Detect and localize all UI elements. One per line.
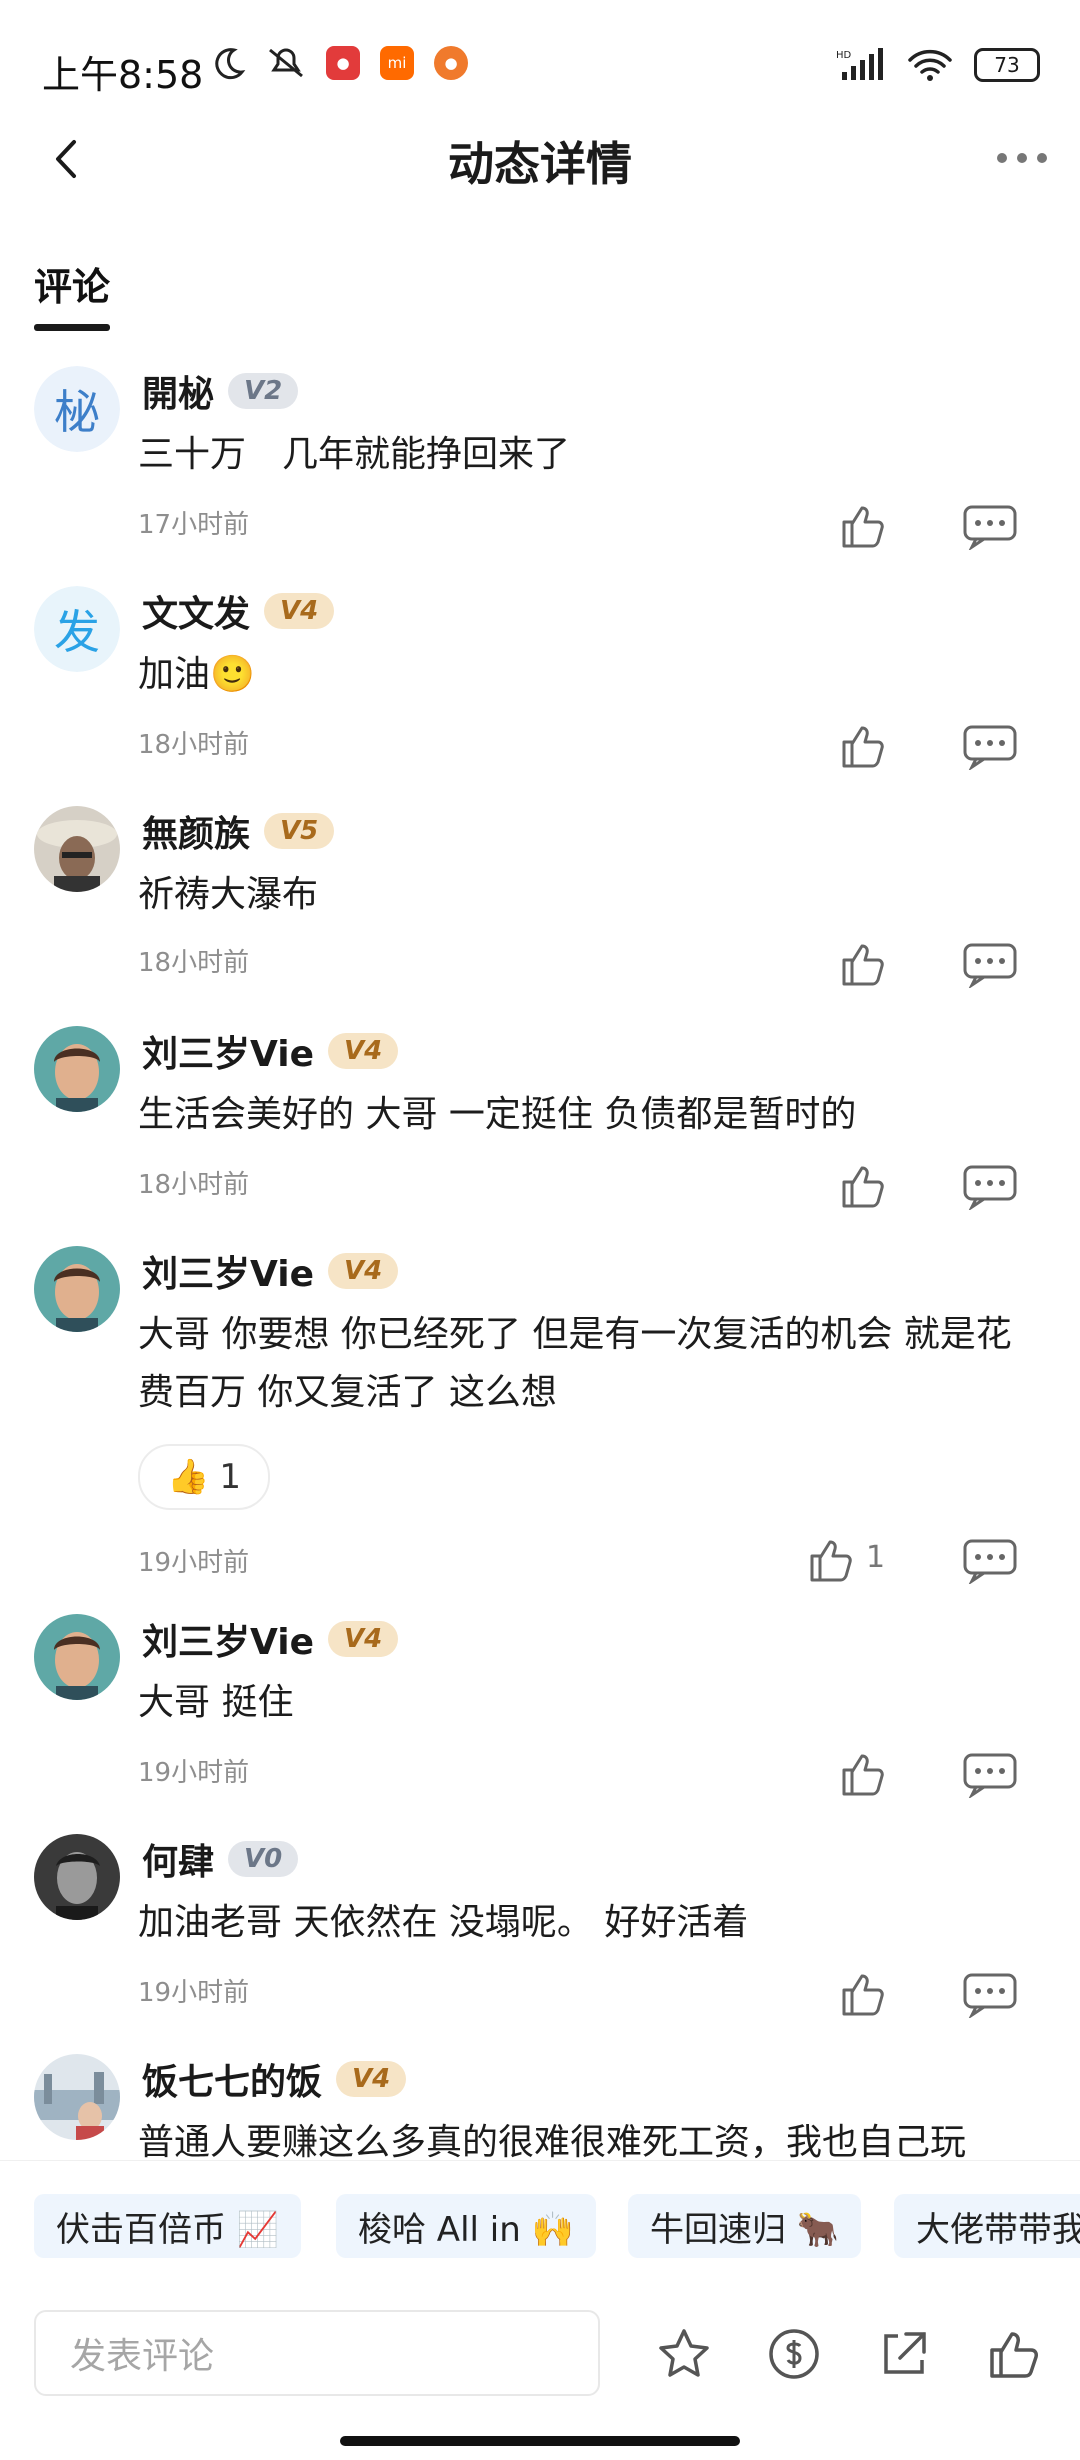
comment-text: 普通人要赚这么多真的很难很难死工资，我也自己玩 <box>138 2122 967 2160</box>
like-icon[interactable] <box>838 1162 888 1210</box>
commenter-name[interactable]: 開柲 <box>142 365 214 417</box>
reply-icon[interactable] <box>962 1972 1018 2018</box>
comment-text: 大哥 你要想 你已经死了 但是有一次复活的机会 就是花费百万 你又复活了 这么想 <box>138 1314 1012 1413</box>
comment-time: 18小时前 <box>138 730 250 760</box>
comment-item: 刘三岁Vie V4 生活会美好的 大哥 一定挺住 负债都是暂时的 18小时前 <box>0 1026 1080 1226</box>
comment-time: 19小时前 <box>138 1548 250 1578</box>
level-badge: V2 <box>228 373 299 409</box>
like-count: 1 <box>866 1540 886 1575</box>
like-icon[interactable] <box>806 1536 856 1584</box>
quick-chip[interactable]: 大佬带带我 <box>894 2194 1080 2258</box>
like-icon[interactable] <box>838 1970 888 2018</box>
signal-icon: HD <box>836 48 883 80</box>
home-indicator[interactable] <box>340 2436 740 2446</box>
thumbs-up-emoji: 👍 <box>167 1457 210 1497</box>
comment-time: 18小时前 <box>138 948 250 978</box>
tab-underline <box>34 324 110 331</box>
avatar[interactable] <box>34 1834 120 1920</box>
comment-text: 加油🙂 <box>138 654 255 695</box>
share-icon[interactable] <box>876 2326 932 2382</box>
commenter-name[interactable]: 刘三岁Vie <box>142 1245 314 1297</box>
comment-text: 加油老哥 天依然在 没塌呢。 好好活着 <box>138 1902 749 1943</box>
status-bar: 上午8:58 ● mi ● HD 73 <box>0 0 1080 135</box>
reply-icon[interactable] <box>962 724 1018 770</box>
like-icon[interactable] <box>838 502 888 550</box>
mute-icon <box>269 48 303 78</box>
comment-item: 发 文文发 V4 加油🙂 18小时前 <box>0 586 1080 786</box>
avatar[interactable] <box>34 806 120 892</box>
comment-input[interactable]: 发表评论 <box>34 2310 600 2396</box>
commenter-name[interactable]: 文文发 <box>142 585 250 637</box>
commenter-name[interactable]: 無颜族 <box>142 805 250 857</box>
comment-text: 祈祷大瀑布 <box>138 874 319 915</box>
avatar[interactable] <box>34 1614 120 1700</box>
comment-item: 何肆 V0 加油老哥 天依然在 没塌呢。 好好活着 19小时前 <box>0 1834 1080 2034</box>
reaction-count: 1 <box>219 1457 241 1497</box>
like-icon[interactable] <box>838 940 888 988</box>
mi-app-icon: mi <box>380 46 414 80</box>
comment-time: 19小时前 <box>138 1758 250 1788</box>
reply-icon[interactable] <box>962 1752 1018 1798</box>
level-badge: V5 <box>264 813 335 849</box>
quick-chip[interactable]: 牛回速归 🐂 <box>628 2194 862 2258</box>
more-icon[interactable] <box>992 138 1052 178</box>
like-post-icon[interactable] <box>986 2326 1042 2382</box>
comment-time: 18小时前 <box>138 1170 250 1200</box>
avatar-photo <box>34 1834 120 1920</box>
comment-item: 饭七七的饭 V4 普通人要赚这么多真的很难很难死工资，我也自己玩 <box>0 2054 1080 2160</box>
reaction-chip[interactable]: 👍 1 <box>138 1444 270 1510</box>
coin-icon[interactable] <box>766 2326 822 2382</box>
comment-text: 大哥 挺住 <box>138 1682 294 1723</box>
reply-icon[interactable] <box>962 1538 1018 1584</box>
avatar-photo <box>34 1614 120 1700</box>
top-nav: 动态详情 <box>0 120 1080 200</box>
wifi-icon <box>908 49 952 81</box>
avatar-photo <box>34 2054 120 2140</box>
quick-chip[interactable]: 梭哈 All in 🙌 <box>336 2194 596 2258</box>
star-icon[interactable] <box>656 2326 712 2382</box>
avatar[interactable] <box>34 2054 120 2140</box>
like-icon[interactable] <box>838 722 888 770</box>
comment-text: 生活会美好的 大哥 一定挺住 负债都是暂时的 <box>138 1094 857 1135</box>
comment-item: 刘三岁Vie V4 大哥 你要想 你已经死了 但是有一次复活的机会 就是花费百万… <box>0 1246 1080 1586</box>
avatar-photo <box>34 1026 120 1112</box>
comment-text: 三十万 几年就能挣回来了 <box>138 434 571 475</box>
comment-item: 柲 開柲 V2 三十万 几年就能挣回来了 17小时前 <box>0 366 1080 566</box>
avatar[interactable] <box>34 1026 120 1112</box>
level-badge: V4 <box>336 2061 407 2097</box>
comment-time: 17小时前 <box>138 510 250 540</box>
like-icon[interactable] <box>838 1750 888 1798</box>
battery-indicator: 73 <box>974 48 1040 82</box>
game-app-icon: ● <box>434 46 468 80</box>
comment-item: 無颜族 V5 祈祷大瀑布 18小时前 <box>0 806 1080 1006</box>
page-title: 动态详情 <box>448 137 632 191</box>
commenter-name[interactable]: 刘三岁Vie <box>142 1613 314 1665</box>
moon-icon <box>215 48 246 80</box>
reply-icon[interactable] <box>962 942 1018 988</box>
reply-icon[interactable] <box>962 1164 1018 1210</box>
avatar[interactable]: 柲 <box>34 366 120 452</box>
level-badge: V0 <box>228 1841 299 1877</box>
level-badge: V4 <box>328 1253 399 1289</box>
avatar-photo <box>34 806 120 892</box>
comment-item: 刘三岁Vie V4 大哥 挺住 19小时前 <box>0 1614 1080 1814</box>
avatar-photo <box>34 1246 120 1332</box>
reply-icon[interactable] <box>962 504 1018 550</box>
level-badge: V4 <box>328 1621 399 1657</box>
commenter-name[interactable]: 刘三岁Vie <box>142 1025 314 1077</box>
level-badge: V4 <box>264 593 335 629</box>
tab-comments[interactable]: 评论 <box>34 256 110 311</box>
news-app-icon: ● <box>326 46 360 80</box>
status-time: 上午8:58 <box>42 53 204 97</box>
svg-text:HD: HD <box>836 50 852 61</box>
avatar[interactable] <box>34 1246 120 1332</box>
level-badge: V4 <box>328 1033 399 1069</box>
quick-chip[interactable]: 伏击百倍币 📈 <box>34 2194 302 2258</box>
avatar[interactable]: 发 <box>34 586 120 672</box>
commenter-name[interactable]: 何肆 <box>142 1833 214 1885</box>
comment-time: 19小时前 <box>138 1978 250 2008</box>
commenter-name[interactable]: 饭七七的饭 <box>142 2054 322 2105</box>
